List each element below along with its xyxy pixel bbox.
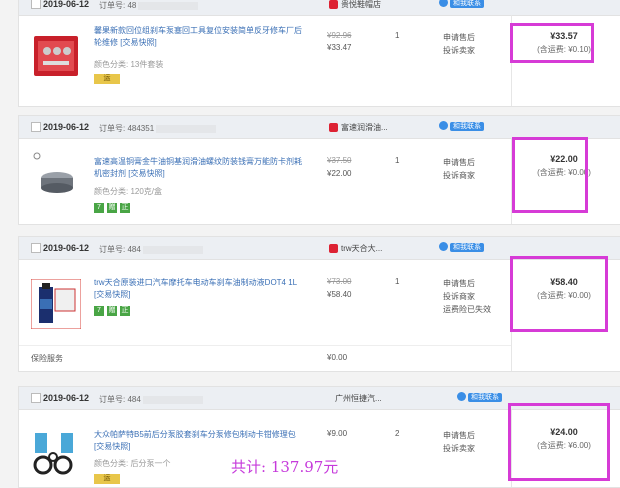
after-sale-link[interactable]: 申请售后	[443, 31, 475, 44]
shop-name[interactable]: 广州恒捷汽...	[335, 393, 382, 404]
chat-icon	[457, 392, 466, 402]
order-checkbox[interactable]	[31, 243, 41, 253]
product-attribute: 颜色分类: 120克/盒	[94, 187, 163, 196]
contact-seller-button[interactable]: 和我联系	[439, 121, 484, 131]
complain-link[interactable]: 投诉商家	[443, 290, 491, 303]
complain-link[interactable]: 投诉卖家	[443, 442, 475, 455]
product-thumbnail[interactable]	[31, 279, 81, 329]
product-thumbnail[interactable]	[31, 31, 81, 81]
service-badges: 运	[94, 73, 123, 84]
product-title[interactable]: 大众帕萨特B5前后分泵胶套刹车分泵修包制动卡钳修理包 [交易快照]	[94, 429, 304, 453]
original-price: ¥92.96	[327, 31, 352, 40]
complain-link[interactable]: 投诉卖家	[443, 44, 475, 57]
shop-name[interactable]: 贵悦鞋帽店	[329, 0, 381, 10]
order-checkbox[interactable]	[31, 393, 41, 403]
order-checkbox[interactable]	[31, 122, 41, 132]
badge: 7	[94, 306, 104, 316]
product-thumbnail[interactable]	[31, 427, 81, 477]
contact-seller-button[interactable]: 和我联系	[439, 242, 484, 252]
order-header: 2019-06-12 订单号: 48 贵悦鞋帽店 和我联系	[19, 0, 620, 16]
badge: 正	[120, 306, 130, 316]
quantity: 1	[395, 31, 400, 40]
chat-icon	[439, 0, 448, 8]
quantity: 1	[395, 277, 400, 286]
order-actions: 申请售后 投诉卖家	[443, 31, 475, 57]
highlight-box	[510, 256, 608, 332]
product-title[interactable]: 富速高温铜膏金牛油铜基润滑油螺纹防装钱膏万能防卡剂耗机密封剂 [交易快照]	[94, 156, 304, 180]
original-price: ¥73.00	[327, 277, 352, 286]
order-number: 订单号: 48	[99, 0, 199, 11]
order-number: 订单号: 484351	[99, 123, 217, 134]
order-actions: 申请售后 投诉卖家	[443, 429, 475, 455]
shop-name[interactable]: 富速润滑油...	[329, 122, 388, 133]
order-checkbox[interactable]	[31, 0, 41, 9]
order-date: 2019-06-12	[43, 122, 90, 132]
after-sale-link[interactable]: 申请售后	[443, 156, 475, 169]
chat-icon	[439, 242, 448, 252]
product-title[interactable]: trw天合原装进口汽车摩托车电动车刹车油制动液DOT4 1L [交易快照]	[94, 277, 304, 301]
service-price: ¥0.00	[327, 353, 348, 362]
insurance-status: 运费险已失效	[443, 305, 491, 314]
service-badges: 运	[94, 473, 123, 484]
product-title[interactable]: 馨果新款回位组刹车泵塞回工具复位安装简单反牙修车厂后轮维修 [交易快照]	[94, 25, 304, 49]
complain-link[interactable]: 投诉商家	[443, 169, 475, 182]
unit-price: ¥58.40	[327, 290, 352, 299]
badge: 赠	[107, 203, 117, 213]
badge: 运	[94, 474, 120, 484]
contact-seller-button[interactable]: 和我联系	[439, 0, 484, 8]
quantity: 1	[395, 156, 400, 165]
order-date: 2019-06-12	[43, 393, 90, 403]
quantity: 2	[395, 429, 400, 438]
highlight-box	[510, 23, 594, 63]
badge: 7	[94, 203, 104, 213]
service-label: 保险服务	[31, 354, 63, 363]
unit-price: ¥9.00	[327, 429, 348, 438]
order-date: 2019-06-12	[43, 0, 90, 9]
highlight-box	[508, 403, 610, 481]
service-badges: 7赠正	[94, 305, 133, 316]
badge: 运	[94, 74, 120, 84]
order-date: 2019-06-12	[43, 243, 90, 253]
product-thumbnail[interactable]	[31, 148, 81, 198]
order-number: 订单号: 484	[99, 244, 203, 255]
order-header: 2019-06-12 订单号: 484351 富速润滑油... 和我联系	[19, 116, 620, 139]
divider	[19, 345, 511, 346]
order-actions: 申请售后 投诉商家 运费险已失效	[443, 277, 491, 316]
product-attribute: 颜色分类: 13件套装	[94, 60, 164, 69]
order-number: 订单号: 484	[99, 394, 203, 405]
highlight-box	[512, 137, 588, 213]
service-badges: 7赠正	[94, 202, 133, 213]
shop-icon	[329, 0, 338, 10]
original-price: ¥37.50	[327, 156, 352, 165]
after-sale-link[interactable]: 申请售后	[443, 429, 475, 442]
unit-price: ¥33.47	[327, 43, 352, 52]
chat-icon	[439, 121, 448, 131]
badge: 赠	[107, 306, 117, 316]
after-sale-link[interactable]: 申请售后	[443, 277, 491, 290]
unit-price: ¥22.00	[327, 169, 352, 178]
order-actions: 申请售后 投诉商家	[443, 156, 475, 182]
shop-icon	[329, 123, 338, 133]
shop-name[interactable]: trw天合大...	[329, 243, 382, 254]
product-attribute: 颜色分类: 后分泵一个	[94, 459, 171, 468]
shop-icon	[329, 244, 338, 254]
badge: 正	[120, 203, 130, 213]
grand-total: 共计: 137.97元	[231, 458, 339, 476]
contact-seller-button[interactable]: 和我联系	[457, 392, 502, 402]
